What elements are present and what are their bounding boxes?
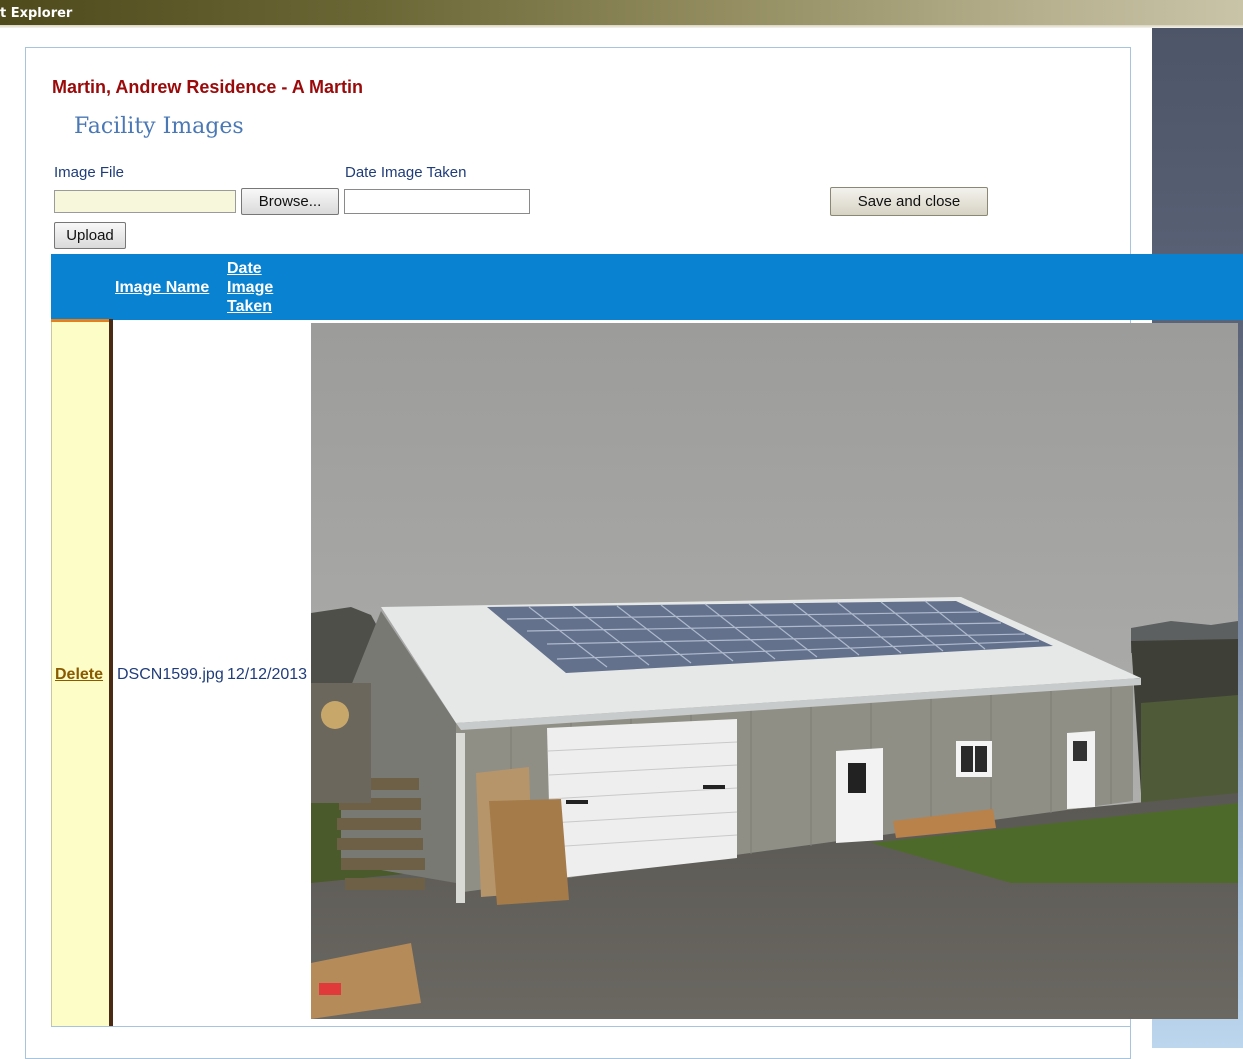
- image-file-input[interactable]: [54, 190, 236, 213]
- date-taken-input[interactable]: [344, 189, 530, 214]
- facility-photo: [311, 323, 1238, 1019]
- image-name-cell: DSCN1599.jpg: [117, 666, 224, 683]
- sort-date-taken-link[interactable]: Date Image Taken: [227, 259, 287, 316]
- section-title: Facility Images: [74, 114, 244, 139]
- save-and-close-button[interactable]: Save and close: [830, 187, 988, 216]
- browser-title-bar: t Explorer: [0, 0, 1243, 28]
- sort-image-name-link[interactable]: Image Name: [115, 279, 209, 297]
- date-taken-cell: 12/12/2013: [227, 666, 308, 683]
- title-bar-edge: [0, 25, 1243, 28]
- row-divider: [109, 319, 113, 1027]
- row-bottom-border: [51, 1026, 1131, 1027]
- delete-link[interactable]: Delete: [55, 666, 103, 684]
- upload-button[interactable]: Upload: [54, 222, 126, 249]
- facility-name: Martin, Andrew Residence - A Martin: [52, 77, 364, 97]
- image-file-label: Image File: [54, 164, 125, 181]
- date-taken-label: Date Image Taken: [345, 164, 467, 181]
- garage-solar-photo: [311, 323, 1238, 1019]
- browse-button[interactable]: Browse...: [241, 188, 339, 215]
- window-title: t Explorer: [0, 6, 73, 21]
